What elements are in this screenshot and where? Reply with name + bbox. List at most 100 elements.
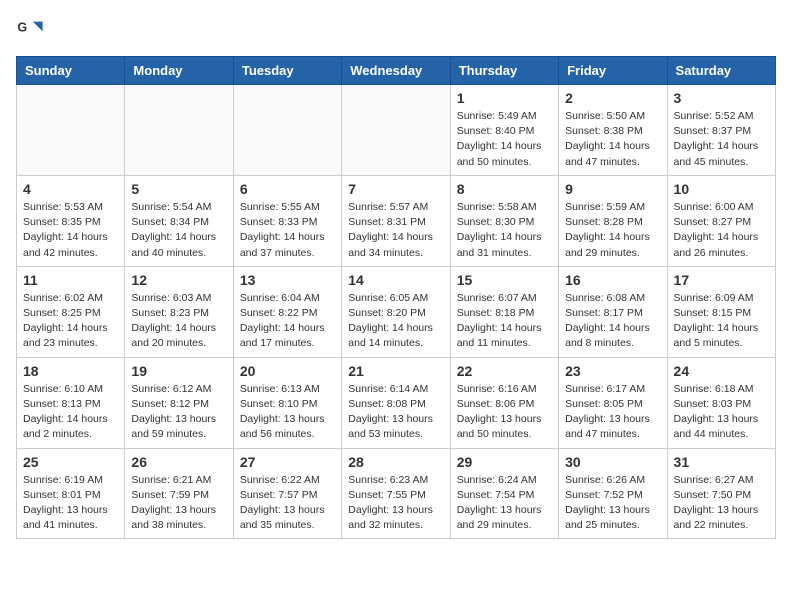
day-info: Sunrise: 5:53 AM Sunset: 8:35 PM Dayligh… [23,200,118,261]
calendar-cell: 10 Sunrise: 6:00 AM Sunset: 8:27 PM Dayli… [667,175,775,266]
calendar-cell: 4 Sunrise: 5:53 AM Sunset: 8:35 PM Daylig… [17,175,125,266]
day-info: Sunrise: 6:12 AM Sunset: 8:12 PM Dayligh… [131,382,226,443]
calendar-cell: 30 Sunrise: 6:26 AM Sunset: 7:52 PM Dayli… [559,448,667,539]
day-number: 12 [131,272,226,288]
day-number: 23 [565,363,660,379]
day-number: 8 [457,181,552,197]
day-number: 28 [348,454,443,470]
calendar-cell: 29 Sunrise: 6:24 AM Sunset: 7:54 PM Dayli… [450,448,558,539]
calendar-week-4: 18 Sunrise: 6:10 AM Sunset: 8:13 PM Dayli… [17,357,776,448]
day-number: 6 [240,181,335,197]
day-info: Sunrise: 6:00 AM Sunset: 8:27 PM Dayligh… [674,200,769,261]
day-info: Sunrise: 5:54 AM Sunset: 8:34 PM Dayligh… [131,200,226,261]
day-number: 15 [457,272,552,288]
calendar-cell [17,85,125,176]
day-info: Sunrise: 6:23 AM Sunset: 7:55 PM Dayligh… [348,473,443,534]
calendar-cell: 1 Sunrise: 5:49 AM Sunset: 8:40 PM Daylig… [450,85,558,176]
page-header: G [16,16,776,44]
day-number: 21 [348,363,443,379]
day-info: Sunrise: 6:10 AM Sunset: 8:13 PM Dayligh… [23,382,118,443]
calendar-week-2: 4 Sunrise: 5:53 AM Sunset: 8:35 PM Daylig… [17,175,776,266]
calendar-cell: 27 Sunrise: 6:22 AM Sunset: 7:57 PM Dayli… [233,448,341,539]
day-number: 29 [457,454,552,470]
day-info: Sunrise: 6:17 AM Sunset: 8:05 PM Dayligh… [565,382,660,443]
calendar-cell: 31 Sunrise: 6:27 AM Sunset: 7:50 PM Dayli… [667,448,775,539]
day-number: 1 [457,90,552,106]
day-info: Sunrise: 6:21 AM Sunset: 7:59 PM Dayligh… [131,473,226,534]
day-info: Sunrise: 6:02 AM Sunset: 8:25 PM Dayligh… [23,291,118,352]
calendar-cell: 2Sunrise: 5:50 AM Sunset: 8:38 PM Daylig… [559,85,667,176]
day-number: 7 [348,181,443,197]
day-number: 18 [23,363,118,379]
calendar-cell: 20 Sunrise: 6:13 AM Sunset: 8:10 PM Dayli… [233,357,341,448]
day-number: 26 [131,454,226,470]
day-info: Sunrise: 6:19 AM Sunset: 8:01 PM Dayligh… [23,473,118,534]
calendar-cell: 18 Sunrise: 6:10 AM Sunset: 8:13 PM Dayli… [17,357,125,448]
day-number: 16 [565,272,660,288]
day-info: Sunrise: 5:57 AM Sunset: 8:31 PM Dayligh… [348,200,443,261]
calendar-header-row: SundayMondayTuesdayWednesdayThursdayFrid… [17,57,776,85]
day-info: Sunrise: 6:24 AM Sunset: 7:54 PM Dayligh… [457,473,552,534]
calendar-cell: 13 Sunrise: 6:04 AM Sunset: 8:22 PM Dayli… [233,266,341,357]
day-number: 13 [240,272,335,288]
day-number: 4 [23,181,118,197]
day-number: 27 [240,454,335,470]
day-info: Sunrise: 5:58 AM Sunset: 8:30 PM Dayligh… [457,200,552,261]
svg-text:G: G [17,20,27,34]
header-wednesday: Wednesday [342,57,450,85]
day-number: 9 [565,181,660,197]
calendar-cell: 15Sunrise: 6:07 AM Sunset: 8:18 PM Dayli… [450,266,558,357]
day-info: Sunrise: 5:52 AM Sunset: 8:37 PM Dayligh… [674,109,769,170]
calendar-cell: 3Sunrise: 5:52 AM Sunset: 8:37 PM Daylig… [667,85,775,176]
day-number: 22 [457,363,552,379]
day-info: Sunrise: 6:13 AM Sunset: 8:10 PM Dayligh… [240,382,335,443]
calendar-cell: 14 Sunrise: 6:05 AM Sunset: 8:20 PM Dayli… [342,266,450,357]
day-info: Sunrise: 5:49 AM Sunset: 8:40 PM Dayligh… [457,109,552,170]
day-info: Sunrise: 6:04 AM Sunset: 8:22 PM Dayligh… [240,291,335,352]
day-number: 11 [23,272,118,288]
calendar-cell: 16 Sunrise: 6:08 AM Sunset: 8:17 PM Dayli… [559,266,667,357]
calendar-cell: 23 Sunrise: 6:17 AM Sunset: 8:05 PM Dayli… [559,357,667,448]
day-number: 25 [23,454,118,470]
calendar-table: SundayMondayTuesdayWednesdayThursdayFrid… [16,56,776,539]
header-tuesday: Tuesday [233,57,341,85]
day-number: 19 [131,363,226,379]
calendar-cell: 5 Sunrise: 5:54 AM Sunset: 8:34 PM Daylig… [125,175,233,266]
day-number: 30 [565,454,660,470]
day-number: 20 [240,363,335,379]
day-number: 31 [674,454,769,470]
day-number: 10 [674,181,769,197]
header-sunday: Sunday [17,57,125,85]
calendar-cell: 25 Sunrise: 6:19 AM Sunset: 8:01 PM Dayli… [17,448,125,539]
calendar-cell [342,85,450,176]
day-number: 17 [674,272,769,288]
calendar-cell: 9 Sunrise: 5:59 AM Sunset: 8:28 PM Daylig… [559,175,667,266]
day-info: Sunrise: 6:09 AM Sunset: 8:15 PM Dayligh… [674,291,769,352]
calendar-cell: 17 Sunrise: 6:09 AM Sunset: 8:15 PM Dayli… [667,266,775,357]
day-info: Sunrise: 6:16 AM Sunset: 8:06 PM Dayligh… [457,382,552,443]
day-info: Sunrise: 5:55 AM Sunset: 8:33 PM Dayligh… [240,200,335,261]
calendar-cell: 6 Sunrise: 5:55 AM Sunset: 8:33 PM Daylig… [233,175,341,266]
header-thursday: Thursday [450,57,558,85]
calendar-week-3: 11 Sunrise: 6:02 AM Sunset: 8:25 PM Dayli… [17,266,776,357]
header-monday: Monday [125,57,233,85]
day-info: Sunrise: 6:26 AM Sunset: 7:52 PM Dayligh… [565,473,660,534]
day-info: Sunrise: 6:22 AM Sunset: 7:57 PM Dayligh… [240,473,335,534]
calendar-cell: 28 Sunrise: 6:23 AM Sunset: 7:55 PM Dayli… [342,448,450,539]
logo: G [16,16,48,44]
day-info: Sunrise: 5:50 AM Sunset: 8:38 PM Dayligh… [565,109,660,170]
calendar-week-1: 1 Sunrise: 5:49 AM Sunset: 8:40 PM Daylig… [17,85,776,176]
calendar-cell: 11 Sunrise: 6:02 AM Sunset: 8:25 PM Dayli… [17,266,125,357]
header-saturday: Saturday [667,57,775,85]
calendar-week-5: 25 Sunrise: 6:19 AM Sunset: 8:01 PM Dayli… [17,448,776,539]
day-number: 5 [131,181,226,197]
day-number: 14 [348,272,443,288]
day-info: Sunrise: 6:05 AM Sunset: 8:20 PM Dayligh… [348,291,443,352]
calendar-cell [125,85,233,176]
day-info: Sunrise: 6:08 AM Sunset: 8:17 PM Dayligh… [565,291,660,352]
calendar-cell: 21Sunrise: 6:14 AM Sunset: 8:08 PM Dayli… [342,357,450,448]
day-info: Sunrise: 5:59 AM Sunset: 8:28 PM Dayligh… [565,200,660,261]
day-info: Sunrise: 6:27 AM Sunset: 7:50 PM Dayligh… [674,473,769,534]
calendar-cell: 12Sunrise: 6:03 AM Sunset: 8:23 PM Dayli… [125,266,233,357]
calendar-cell: 22 Sunrise: 6:16 AM Sunset: 8:06 PM Dayli… [450,357,558,448]
